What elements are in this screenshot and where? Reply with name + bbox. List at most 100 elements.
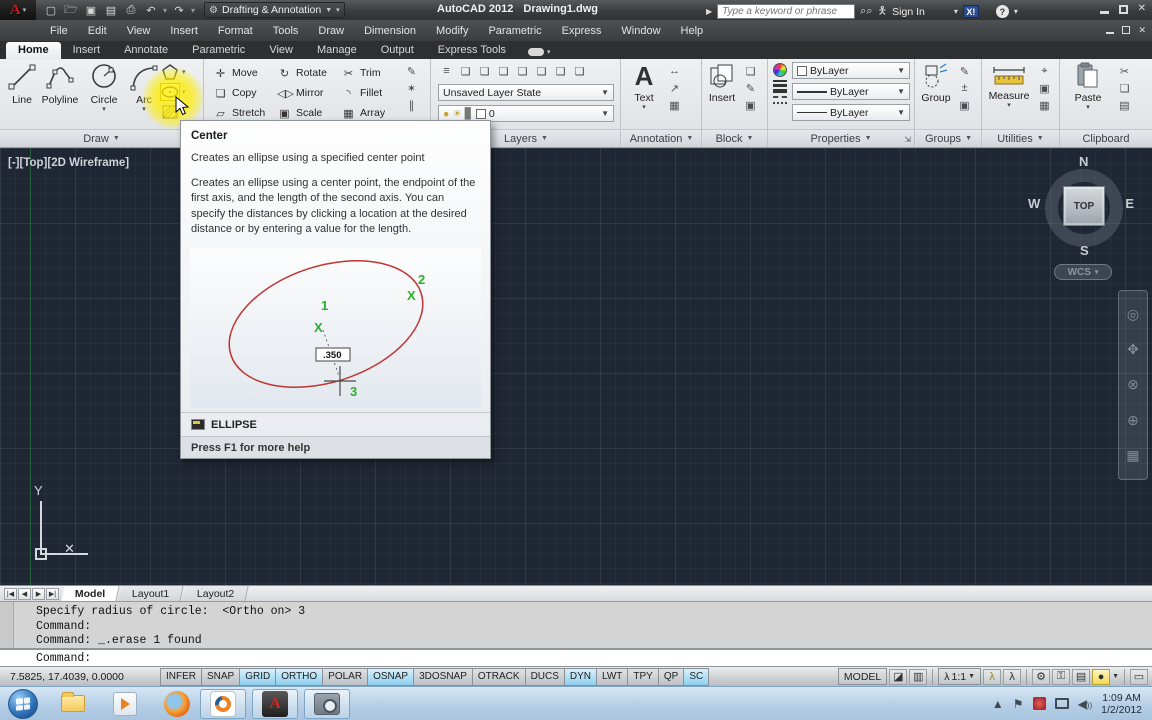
status-toggle-button[interactable]: OSNAP	[367, 667, 414, 686]
polygon-button[interactable]: ▾	[160, 62, 186, 81]
cut-icon[interactable]	[1116, 63, 1133, 79]
group-button[interactable]: Group	[916, 62, 956, 104]
ribbon-tab[interactable]: Parametric	[180, 42, 257, 59]
layout-tab[interactable]: Model	[61, 586, 120, 601]
id-point-icon[interactable]	[1036, 63, 1053, 79]
taskbar-recorder-button[interactable]	[304, 688, 350, 719]
text-dropdown-icon[interactable]: ▾	[642, 104, 646, 111]
new-file-button[interactable]: ▢	[42, 2, 60, 18]
undo-button[interactable]: ↶	[142, 2, 160, 18]
showmotion-icon[interactable]: ▦	[1126, 447, 1139, 464]
text-button[interactable]: A Text ▾	[624, 62, 664, 111]
quick-calc-icon[interactable]	[1036, 97, 1053, 113]
status-toggle-button[interactable]: ORTHO	[275, 667, 323, 686]
layer-prev-icon[interactable]	[552, 63, 569, 79]
status-toggle-button[interactable]: SNAP	[201, 667, 240, 686]
save-as-button[interactable]: ▤	[102, 2, 120, 18]
layer-walk-icon[interactable]	[571, 63, 588, 79]
erase-icon[interactable]	[403, 63, 420, 79]
status-toggle-button[interactable]: OTRACK	[471, 667, 525, 686]
status-toggle-button[interactable]: DUCS	[524, 667, 564, 686]
search-input[interactable]	[717, 4, 856, 19]
viewcube-south[interactable]: S	[1080, 243, 1089, 258]
layer-freeze-icon[interactable]	[495, 63, 512, 79]
menu-item[interactable]: Insert	[160, 22, 208, 40]
taskbar-app-button[interactable]	[200, 688, 246, 719]
ribbon-tab[interactable]: Express Tools	[426, 42, 518, 59]
quick-select-icon[interactable]	[1036, 80, 1053, 96]
color-dropdown[interactable]: ByLayer ▼	[792, 62, 910, 79]
menu-item[interactable]: Parametric	[478, 22, 551, 40]
taskbar-explorer-button[interactable]	[56, 690, 90, 718]
status-toggle-button[interactable]: LWT	[596, 667, 628, 686]
isolate-objects-icon[interactable]: ●	[1092, 668, 1111, 685]
coordinates-display[interactable]: 7.5825, 17.4039, 0.0000	[0, 671, 160, 683]
modify-tool-button[interactable]: ◝ Fillet	[341, 83, 403, 103]
menu-item[interactable]: Dimension	[354, 22, 426, 40]
utilities-panel-label[interactable]: Utilities ▼	[982, 129, 1059, 147]
doc-restore-button[interactable]	[1122, 26, 1131, 34]
modify-tool-button[interactable]: ❏ Copy	[213, 83, 275, 103]
viewcube[interactable]: N S W E TOP WCS ▾	[1028, 154, 1136, 280]
minimize-button[interactable]	[1099, 10, 1109, 14]
model-space-button[interactable]: MODEL	[837, 668, 888, 685]
ribbon-tab[interactable]: View	[257, 42, 305, 59]
hardware-acceleration-icon[interactable]: ▤	[1072, 668, 1091, 685]
search-icon[interactable]: ⌕⌕	[860, 5, 872, 18]
leader-icon[interactable]	[666, 80, 683, 96]
create-block-icon[interactable]	[742, 63, 759, 79]
ribbon-tab[interactable]: Annotate	[112, 42, 180, 59]
viewport-controls[interactable]: [-][Top][2D Wireframe]	[8, 157, 129, 169]
copy-clip-icon[interactable]	[1116, 80, 1133, 96]
modify-tool-button[interactable]: ◁▷ Mirror	[277, 83, 339, 103]
help-icon[interactable]: ?	[995, 5, 1009, 18]
viewcube-east[interactable]: E	[1125, 196, 1134, 211]
doc-minimize-button[interactable]	[1106, 32, 1115, 34]
ribbon-tab[interactable]: Insert	[61, 42, 113, 59]
close-button[interactable]: ✕	[1138, 4, 1146, 14]
measure-dropdown-icon[interactable]: ▾	[1007, 102, 1011, 109]
show-hidden-icons-button[interactable]: ▲	[992, 697, 1004, 711]
plot-button[interactable]: ⎙	[122, 2, 140, 18]
viewcube-west[interactable]: W	[1028, 196, 1040, 211]
annotation-visibility-icon[interactable]: λ	[983, 668, 1002, 685]
linetype-dropdown[interactable]: ByLayer ▼	[792, 104, 910, 121]
layer-isolate-icon[interactable]	[476, 63, 493, 79]
block-panel-label[interactable]: Block ▼	[702, 129, 767, 147]
groups-panel-label[interactable]: Groups ▼	[916, 129, 981, 147]
status-menu-icon[interactable]: ▼	[1112, 673, 1119, 680]
drawing-canvas[interactable]: [-][Top][2D Wireframe] N S W E TOP WCS ▾…	[0, 148, 1152, 585]
open-file-button[interactable]: 🗁	[62, 2, 80, 18]
taskbar-autocad-button[interactable]: A	[252, 688, 298, 719]
ribbon-tab[interactable]: Manage	[305, 42, 369, 59]
auto-annotation-scale-icon[interactable]: λ	[1003, 668, 1022, 685]
color-wheel-icon[interactable]	[773, 63, 787, 77]
first-tab-button[interactable]: |◀	[4, 587, 17, 600]
match-properties-icon[interactable]	[1116, 97, 1133, 113]
ribbon-tab[interactable]: Output	[369, 42, 426, 59]
taskbar-firefox-button[interactable]	[160, 690, 194, 718]
menu-item[interactable]: Window	[611, 22, 670, 40]
modify-tool-button[interactable]: ↻ Rotate	[277, 63, 339, 83]
draw-panel-label[interactable]: Draw ▼	[0, 129, 203, 147]
line-button[interactable]: Line	[2, 62, 42, 106]
prev-tab-button[interactable]: ◀	[18, 587, 31, 600]
save-button[interactable]: ▣	[82, 2, 100, 18]
insert-button[interactable]: Insert	[702, 62, 742, 104]
edit-attributes-icon[interactable]	[742, 97, 759, 113]
lineweight-dropdown[interactable]: ByLayer ▼	[792, 83, 910, 100]
arc-dropdown-icon[interactable]: ▾	[142, 106, 146, 113]
annotation-scale-button[interactable]: λ 1:1 ▼	[938, 668, 982, 685]
status-toggle-button[interactable]: SC	[683, 667, 710, 686]
menu-item[interactable]: Draw	[308, 22, 354, 40]
layer-off-icon[interactable]	[457, 63, 474, 79]
polygon-dropdown-icon[interactable]: ▾	[182, 68, 186, 76]
annotation-panel-label[interactable]: Annotation ▼	[622, 129, 701, 147]
antivirus-tray-icon[interactable]	[1032, 697, 1046, 710]
command-input[interactable]: Command:	[0, 648, 1152, 666]
circle-dropdown-icon[interactable]: ▾	[102, 106, 106, 113]
start-button[interactable]	[8, 688, 38, 719]
command-window-grip[interactable]	[0, 602, 14, 648]
status-toggle-button[interactable]: INFER	[160, 667, 201, 686]
explode-icon[interactable]	[403, 80, 420, 96]
